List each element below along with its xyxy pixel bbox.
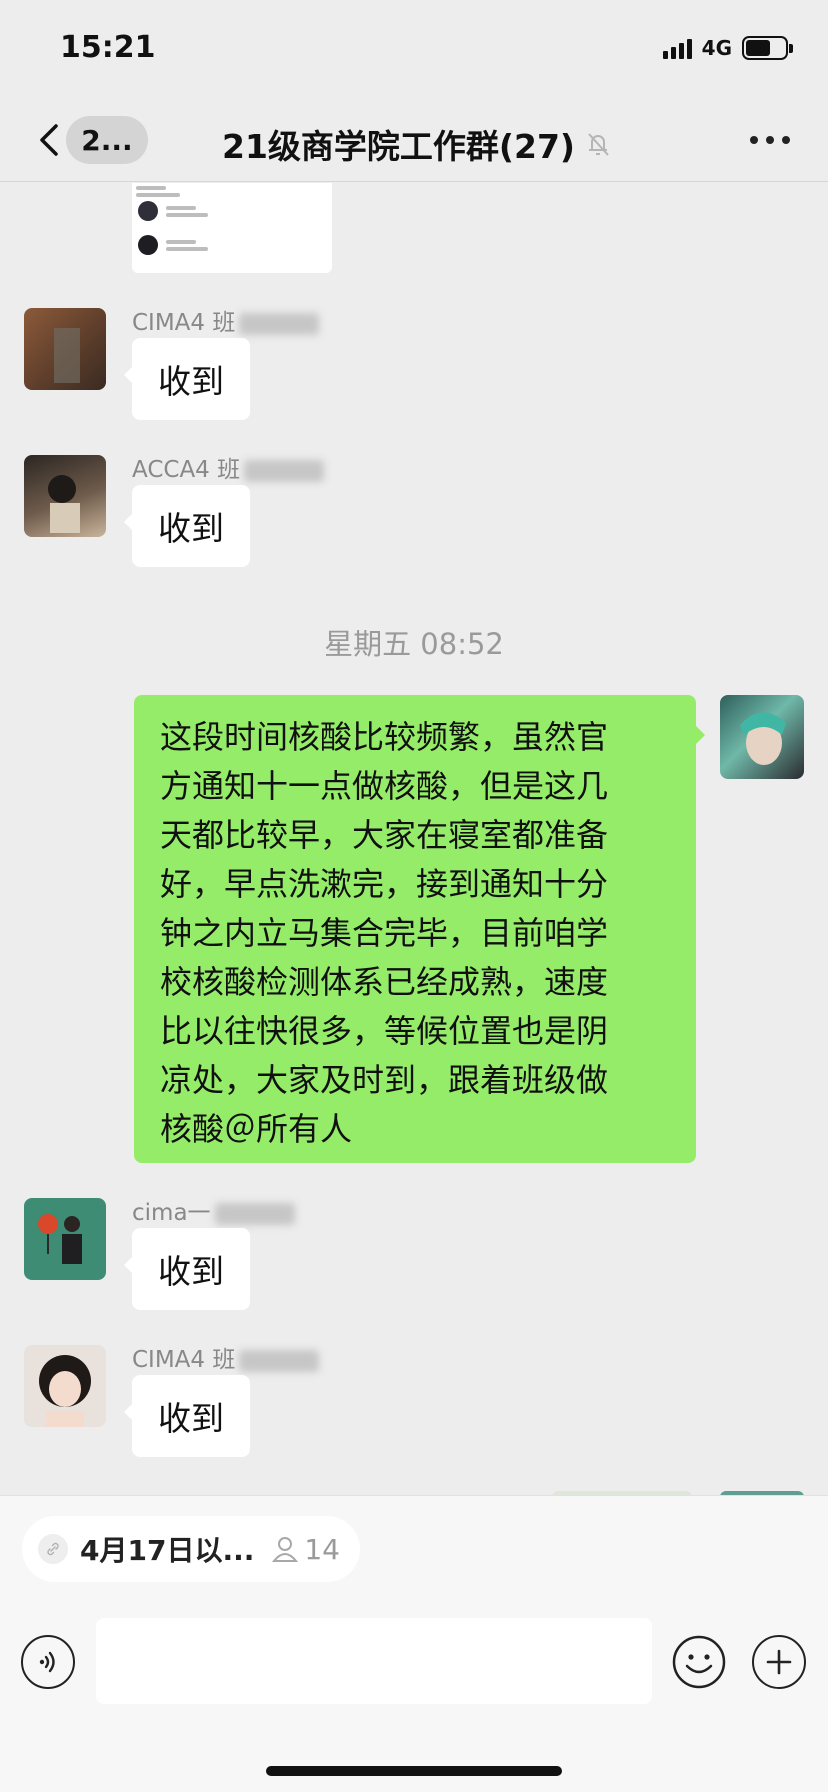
text-bubble[interactable]: 收到 bbox=[124, 1375, 250, 1457]
emoji-icon[interactable] bbox=[672, 1635, 726, 1689]
home-indicator bbox=[266, 1766, 562, 1776]
quote-chip[interactable]: 4月17日以... 14 bbox=[22, 1516, 360, 1582]
plus-icon[interactable] bbox=[752, 1635, 806, 1689]
my-message-line: 天都比较早，大家在寝室都准备 bbox=[160, 816, 609, 854]
image-row bbox=[136, 183, 186, 200]
chat-title: 21级商学院工作群(27) bbox=[222, 127, 576, 166]
link-icon bbox=[38, 1534, 68, 1564]
back-arrow-icon[interactable] bbox=[32, 122, 68, 158]
quote-chip-text: 4月17日以... bbox=[80, 1534, 255, 1567]
my-message-line: 钟之内立马集合完毕，目前咱学 bbox=[160, 914, 609, 952]
voice-icon[interactable] bbox=[21, 1635, 75, 1689]
message-input[interactable] bbox=[96, 1618, 652, 1704]
my-message-line: 凉处，大家及时到，跟着班级做 bbox=[160, 1061, 609, 1099]
sender-name: cima一 bbox=[132, 1193, 295, 1227]
sender-name: ACCA4 班 bbox=[132, 450, 325, 484]
my-avatar[interactable] bbox=[720, 695, 804, 779]
image-row bbox=[138, 201, 208, 221]
person-icon bbox=[272, 1537, 299, 1562]
timestamp-label: 星期五 08:52 bbox=[324, 627, 504, 661]
network-type: 4G bbox=[701, 36, 732, 60]
avatar[interactable] bbox=[24, 1345, 106, 1427]
input-panel: 4月17日以... 14 bbox=[0, 1495, 828, 1792]
battery-icon bbox=[742, 36, 793, 60]
my-message-line: 方通知十一点做核酸，但是这几 bbox=[160, 767, 609, 805]
image-row bbox=[138, 235, 208, 255]
avatar[interactable] bbox=[24, 1198, 106, 1280]
signal-icon bbox=[662, 37, 692, 59]
my-message-line: 这段时间核酸比较频繁，虽然官 bbox=[160, 718, 609, 756]
my-message-line: 核酸＠所有人 bbox=[160, 1110, 353, 1148]
chat-header: 2... 21级商学院工作群(27) bbox=[0, 100, 828, 182]
chat-messages[interactable]: CIMA4 班 收到 ACCA4 班 收到 星期五 08:52 这段时间核酸比较… bbox=[0, 183, 828, 1495]
mute-bell-icon bbox=[588, 133, 609, 156]
status-bar: 15:21 4G bbox=[0, 0, 828, 100]
more-dots-icon[interactable] bbox=[750, 136, 790, 144]
avatar[interactable] bbox=[24, 308, 106, 390]
unread-count-badge[interactable]: 2... bbox=[66, 116, 148, 164]
text-bubble[interactable]: 收到 bbox=[124, 1228, 250, 1310]
my-message-line: 好，早点洗漱完，接到通知十分 bbox=[160, 865, 609, 903]
text-bubble[interactable]: 收到 bbox=[124, 485, 250, 567]
status-time: 15:21 bbox=[60, 30, 156, 65]
my-text-bubble[interactable]: 这段时间核酸比较频繁，虽然官 方通知十一点做核酸，但是这几 天都比较早，大家在寝… bbox=[134, 695, 705, 1163]
my-message-line: 校核酸检测体系已经成熟，速度 bbox=[160, 963, 609, 1001]
sender-name: CIMA4 班 bbox=[132, 1340, 320, 1374]
my-message-line: 比以往快很多，等候位置也是阴 bbox=[160, 1012, 609, 1050]
text-bubble[interactable]: 收到 bbox=[124, 338, 250, 420]
status-indicators: 4G bbox=[662, 36, 793, 60]
sender-name: CIMA4 班 bbox=[132, 303, 320, 337]
quote-chip-count: 14 bbox=[304, 1532, 340, 1566]
image-message[interactable] bbox=[132, 183, 332, 273]
avatar[interactable] bbox=[24, 455, 106, 537]
chat-title-group: 21级商学院工作群(27) bbox=[222, 120, 613, 168]
